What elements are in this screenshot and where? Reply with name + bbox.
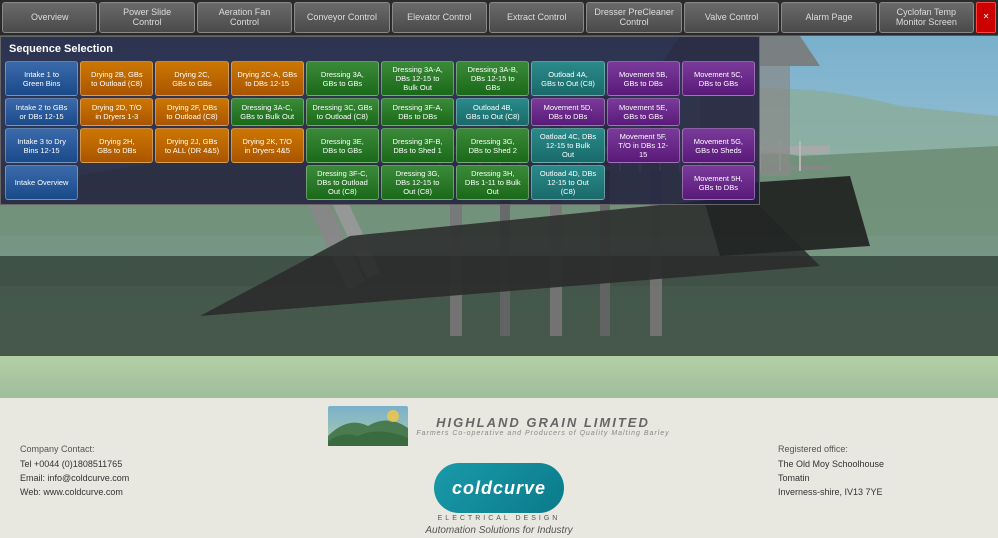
highland-grain-title: HIGHLAND GRAIN LIMITED [416,415,669,430]
nav-alarm[interactable]: Alarm Page [781,2,876,33]
seq-btn-22[interactable]: Drying 2J, GBs to ALL (DR 4&5) [155,128,228,163]
seq-btn-13[interactable]: Dressing 3A-C, GBs to Bulk Out [231,98,304,126]
seq-btn-32 [155,165,228,200]
nav-overview[interactable]: Overview [2,2,97,33]
seq-btn-15[interactable]: Dressing 3F-A, DBs to DBs [381,98,454,126]
seq-btn-0[interactable]: Intake 1 to Green Bins [5,61,78,96]
seq-btn-29[interactable]: Movement 5G, GBs to Sheds [682,128,755,163]
coldcurve-logo: coldcurve ELECTRICAL DESIGN Automation S… [425,463,572,536]
reg-label: Registered office: [778,444,848,454]
seq-btn-38 [607,165,680,200]
seq-btn-37[interactable]: Outload 4D, DBs 12-15 to Out (C8) [531,165,604,200]
seq-btn-34[interactable]: Dressing 3F-C, DBs to Outload Out (C8) [306,165,379,200]
coldcurve-tagline: ELECTRICAL DESIGN [425,515,572,522]
nav-close-button[interactable]: ✕ [976,2,996,33]
bottom-main: Company Contact: Tel +0044 (0)1808511765… [0,398,998,538]
seq-btn-24[interactable]: Dressing 3E, DBs to GBs [306,128,379,163]
nav-dresser-precleaner[interactable]: Dresser PreCleaner Control [586,2,681,33]
registered-office: Registered office: The Old Moy Schoolhou… [778,442,978,500]
nav-bar: Overview Power Slide Control Aeration Fa… [0,0,998,36]
seq-btn-17[interactable]: Movement 5D, DBs to DBs [531,98,604,126]
seq-btn-21[interactable]: Drying 2H, GBs to DBs [80,128,153,163]
seq-btn-30[interactable]: Intake Overview [5,165,78,200]
sequence-grid: Intake 1 to Green BinsDrying 2B, GBs to … [5,61,755,200]
seq-btn-4[interactable]: Dressing 3A, GBs to GBs [306,61,379,96]
seq-btn-7[interactable]: Outload 4A, GBs to Out (C8) [531,61,604,96]
seq-btn-39[interactable]: Movement 5H, GBs to DBs [682,165,755,200]
seq-btn-19 [682,98,755,126]
automation-text: Automation Solutions for Industry [425,525,572,536]
seq-btn-33 [231,165,304,200]
nav-extract[interactable]: Extract Control [489,2,584,33]
tel-value: +0044 (0)1808511765 [34,459,122,469]
email-label: Email: [20,473,45,483]
coldcurve-circle: coldcurve [434,463,564,513]
seq-btn-23[interactable]: Drying 2K, T/O in Dryers 4&5 [231,128,304,163]
nav-conveyor[interactable]: Conveyor Control [294,2,389,33]
seq-btn-9[interactable]: Movement 5C, DBs to GBs [682,61,755,96]
nav-power-slide[interactable]: Power Slide Control [99,2,194,33]
seq-btn-27[interactable]: Oatload 4C, DBs 12-15 to Bulk Out [531,128,604,163]
seq-btn-18[interactable]: Movement 5E, GBs to GBs [607,98,680,126]
main-content: Sequence Selection Intake 1 to Green Bin… [0,36,998,538]
highland-grain-logo: HIGHLAND GRAIN LIMITED Farmers Co-operat… [328,406,669,450]
sequence-title: Sequence Selection [5,41,755,57]
seq-btn-26[interactable]: Dressing 3G, DBs to Shed 2 [456,128,529,163]
seq-btn-6[interactable]: Dressing 3A-B, DBs 12-15 to GBs [456,61,529,96]
web-value: www.coldcurve.com [43,487,123,497]
address-line3: Inverness-shire, IV13 7YE [778,485,978,499]
web-label: Web: [20,487,41,497]
company-contact: Company Contact: Tel +0044 (0)1808511765… [20,442,220,500]
bottom-section: Company Contact: Tel +0044 (0)1808511765… [0,398,998,538]
seq-btn-5[interactable]: Dressing 3A-A, DBs 12-15 to Bulk Out [381,61,454,96]
sequence-panel: Sequence Selection Intake 1 to Green Bin… [0,36,760,205]
seq-btn-11[interactable]: Drying 2D, T/O in Dryers 1-3 [80,98,153,126]
nav-cyclofan[interactable]: Cyclofan Temp Monitor Screen [879,2,974,33]
seq-btn-16[interactable]: Outload 4B, GBs to Out (C8) [456,98,529,126]
seq-btn-28[interactable]: Movement 5F, T/O in DBs 12- 15 [607,128,680,163]
seq-btn-1[interactable]: Drying 2B, GBs to Outload (C8) [80,61,153,96]
nav-aeration-fan[interactable]: Aeration Fan Control [197,2,292,33]
contact-label: Company Contact: [20,444,95,454]
logo-section: HIGHLAND GRAIN LIMITED Farmers Co-operat… [220,406,778,536]
seq-btn-25[interactable]: Dressing 3F-B, DBs to Shed 1 [381,128,454,163]
seq-btn-12[interactable]: Drying 2F, DBs to Outload (C8) [155,98,228,126]
seq-btn-14[interactable]: Dressing 3C, GBs to Outload (C8) [306,98,379,126]
seq-btn-2[interactable]: Drying 2C, GBs to GBs [155,61,228,96]
seq-btn-35[interactable]: Dressing 3G, DBs 12-15 to Out (C8) [381,165,454,200]
email-value: info@coldcurve.com [48,473,130,483]
seq-btn-10[interactable]: Intake 2 to GBs or DBs 12-15 [5,98,78,126]
seq-btn-20[interactable]: Intake 3 to Dry Bins 12-15 [5,128,78,163]
seq-btn-31 [80,165,153,200]
coldcurve-text: coldcurve [452,478,546,499]
seq-btn-8[interactable]: Movement 5B, GBs to DBs [607,61,680,96]
seq-btn-36[interactable]: Dressing 3H, DBs 1-11 to Bulk Out [456,165,529,200]
nav-valve[interactable]: Valve Control [684,2,779,33]
nav-elevator[interactable]: Elevator Control [392,2,487,33]
tel-label: Tel [20,459,32,469]
address-line2: Tomatin [778,471,978,485]
seq-btn-3[interactable]: Drying 2C-A, GBs to DBs 12-15 [231,61,304,96]
address-line1: The Old Moy Schoolhouse [778,457,978,471]
highland-grain-subtitle: Farmers Co-operative and Producers of Qu… [416,430,669,437]
